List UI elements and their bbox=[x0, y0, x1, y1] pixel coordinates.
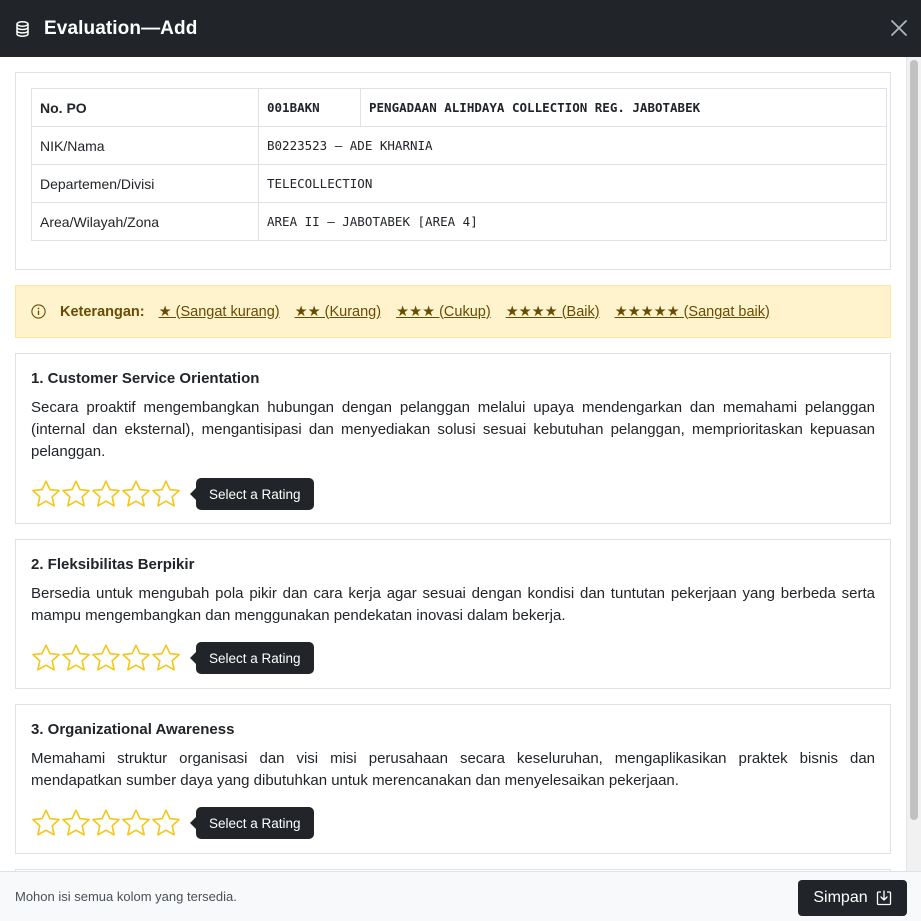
star-icon[interactable] bbox=[61, 643, 91, 673]
star-icon[interactable] bbox=[121, 808, 151, 838]
star-icon[interactable] bbox=[91, 808, 121, 838]
star-rating: Select a Rating bbox=[31, 477, 875, 511]
save-button-label: Simpan bbox=[813, 889, 868, 906]
star-icon[interactable] bbox=[151, 479, 181, 509]
legend-title: Keterangan: bbox=[60, 303, 145, 320]
nik-value: B0223523 — ADE KHARNIA bbox=[258, 126, 887, 165]
question-card: 1. Customer Service Orientation Secara p… bbox=[15, 353, 891, 524]
info-circle-icon bbox=[31, 304, 46, 319]
star-icon[interactable] bbox=[91, 479, 121, 509]
legend-item-3-stars[interactable]: ★★★ (Cukup) bbox=[396, 304, 491, 320]
modal-title: Evaluation—Add bbox=[44, 17, 198, 39]
question-title: 2. Fleksibilitas Berpikir bbox=[31, 556, 195, 573]
star-rating: Select a Rating bbox=[31, 806, 875, 840]
question-card: 2. Fleksibilitas Berpikir Bersedia untuk… bbox=[15, 539, 891, 689]
download-box-icon bbox=[876, 890, 892, 906]
question-description: Secara proaktif mengembangkan hubungan d… bbox=[31, 399, 875, 460]
rating-tooltip: Select a Rating bbox=[190, 642, 314, 674]
modal-header: Evaluation—Add bbox=[0, 0, 921, 57]
star-icon[interactable] bbox=[151, 808, 181, 838]
star-icon[interactable] bbox=[121, 643, 151, 673]
star-icon[interactable] bbox=[61, 808, 91, 838]
question-description: Memahami struktur organisasi dan visi mi… bbox=[31, 750, 875, 789]
save-button[interactable]: Simpan bbox=[798, 880, 907, 916]
star-icon[interactable] bbox=[61, 479, 91, 509]
employee-info-card: No. PO 001BAKN PENGADAAN ALIHDAYA COLLEC… bbox=[15, 72, 891, 270]
scrollbar[interactable] bbox=[906, 57, 921, 871]
question-title: 1. Customer Service Orientation bbox=[31, 370, 260, 387]
star-icon[interactable] bbox=[91, 643, 121, 673]
po-name: PENGADAAN ALIHDAYA COLLECTION REG. JABOT… bbox=[360, 88, 887, 127]
employee-info-table: No. PO 001BAKN PENGADAAN ALIHDAYA COLLEC… bbox=[31, 88, 887, 241]
footer-note: Mohon isi semua kolom yang tersedia. bbox=[15, 889, 237, 904]
question-description: Bersedia untuk mengubah pola pikir dan c… bbox=[31, 585, 875, 624]
table-row: Departemen/Divisi TELECOLLECTION bbox=[31, 164, 887, 203]
legend-item-5-stars[interactable]: ★★★★★ (Sangat baik) bbox=[615, 304, 770, 320]
legend-item-1-star[interactable]: ★ (Sangat kurang) bbox=[159, 304, 280, 320]
table-row: NIK/Nama B0223523 — ADE KHARNIA bbox=[31, 126, 887, 165]
star-icon[interactable] bbox=[31, 479, 61, 509]
star-rating: Select a Rating bbox=[31, 641, 875, 675]
star-icon[interactable] bbox=[121, 479, 151, 509]
star-icon[interactable] bbox=[151, 643, 181, 673]
modal-body[interactable]: No. PO 001BAKN PENGADAAN ALIHDAYA COLLEC… bbox=[0, 57, 906, 871]
legend-item-4-stars[interactable]: ★★★★ (Baik) bbox=[506, 304, 600, 320]
question-card: 3. Organizational Awareness Memahami str… bbox=[15, 704, 891, 854]
rating-tooltip: Select a Rating bbox=[190, 807, 314, 839]
department-label: Departemen/Divisi bbox=[31, 164, 259, 203]
area-label: Area/Wilayah/Zona bbox=[31, 202, 259, 241]
po-label: No. PO bbox=[31, 88, 259, 127]
modal-footer: Mohon isi semua kolom yang tersedia. Sim… bbox=[0, 871, 921, 921]
star-icon[interactable] bbox=[31, 808, 61, 838]
question-title: 3. Organizational Awareness bbox=[31, 721, 235, 738]
area-value: AREA II — JABOTABEK [AREA 4] bbox=[258, 202, 887, 241]
department-value: TELECOLLECTION bbox=[258, 164, 887, 203]
star-icon[interactable] bbox=[31, 643, 61, 673]
close-icon[interactable] bbox=[889, 18, 909, 38]
rating-legend: Keterangan: ★ (Sangat kurang) ★★ (Kurang… bbox=[15, 285, 891, 338]
database-icon bbox=[16, 20, 29, 37]
nik-label: NIK/Nama bbox=[31, 126, 259, 165]
legend-item-2-stars[interactable]: ★★ (Kurang) bbox=[295, 304, 381, 320]
table-row: Area/Wilayah/Zona AREA II — JABOTABEK [A… bbox=[31, 202, 887, 241]
scrollbar-thumb[interactable] bbox=[910, 60, 918, 820]
table-row: No. PO 001BAKN PENGADAAN ALIHDAYA COLLEC… bbox=[31, 88, 887, 127]
evaluation-modal: Evaluation—Add No. PO 001BAKN PENGADAAN … bbox=[0, 0, 921, 921]
rating-tooltip: Select a Rating bbox=[190, 478, 314, 510]
po-code: 001BAKN bbox=[258, 88, 361, 127]
